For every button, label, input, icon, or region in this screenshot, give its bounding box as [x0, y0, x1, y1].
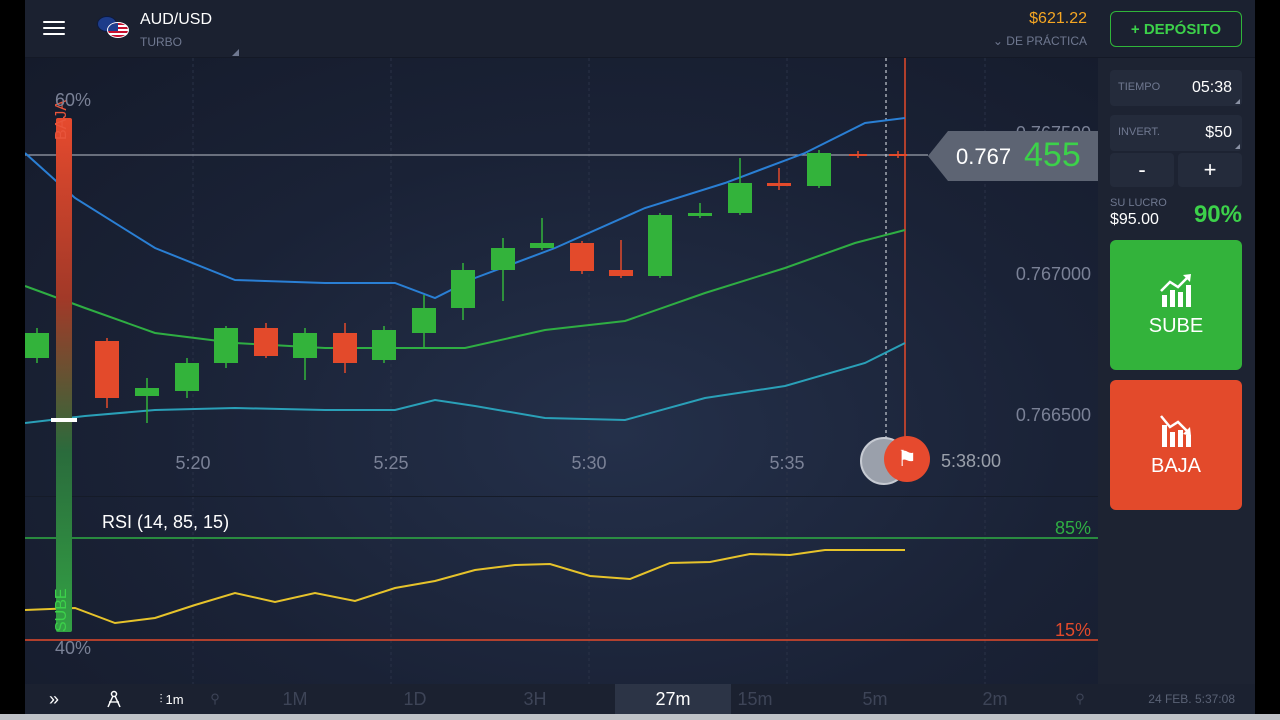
- candle-body: [412, 308, 436, 333]
- rsi-lower-label: 15%: [1055, 620, 1091, 640]
- range-button-3h[interactable]: 3H: [515, 684, 555, 714]
- bottom-toolbar: » ⫶ 1m ⚲ 1M 1D 3H 27m 15m 5m 2m ⚲ 24 FEB. 5:37…: [25, 684, 1255, 714]
- invest-field[interactable]: INVERT. $50: [1110, 115, 1242, 151]
- current-price-tag: 0.767 455: [928, 131, 1098, 181]
- time-axis-label: 5:20: [175, 453, 210, 473]
- bottom-strip: [0, 714, 1280, 720]
- panel-separator: [25, 496, 1098, 497]
- account-balance: $621.22: [1029, 10, 1087, 27]
- asset-corner-icon: [232, 49, 239, 56]
- trend-down-icon: [1160, 414, 1191, 447]
- candle-body: [570, 243, 594, 271]
- invest-field-label: INVERT.: [1118, 126, 1160, 138]
- sentiment-bar: [56, 118, 72, 632]
- price-axis-label: 0.767000: [1016, 264, 1091, 284]
- range-button-15m[interactable]: 15m: [735, 684, 775, 714]
- candle-body: [293, 333, 317, 358]
- time-field-label: TIEMPO: [1118, 81, 1161, 93]
- time-axis-label: 5:30: [571, 453, 606, 473]
- range-button-2m[interactable]: 2m: [975, 684, 1015, 714]
- price-axis-label: 0.766500: [1016, 405, 1091, 425]
- range-button-1d[interactable]: 1D: [395, 684, 435, 714]
- candle-body: [25, 333, 49, 358]
- candle-interval-button[interactable]: ⫶ 1m: [149, 684, 194, 714]
- candle-body: [175, 363, 199, 391]
- candle-body: [135, 388, 159, 396]
- candle-body: [491, 248, 515, 270]
- trading-app: AUD/USD TURBO $621.22 ⌄ DE PRÁCTICA + DE…: [25, 0, 1255, 720]
- candle-body: [451, 270, 475, 308]
- candle-body: [372, 330, 396, 360]
- sell-down-button[interactable]: BAJA: [1110, 380, 1242, 510]
- trend-up-icon: [1160, 273, 1191, 307]
- buy-up-button[interactable]: SUBE: [1110, 240, 1242, 370]
- expand-icon[interactable]: »: [39, 684, 69, 714]
- increase-button[interactable]: +: [1178, 153, 1242, 187]
- trade-panel: TIEMPO 05:38 INVERT. $50 - + SU LUCRO $9…: [1103, 58, 1255, 684]
- candle-body: [530, 243, 554, 248]
- current-price-main: 0.767: [956, 144, 1012, 169]
- sentiment-marker: [51, 418, 77, 422]
- profit-value: $95.00: [1110, 211, 1159, 228]
- corner-icon: [1235, 99, 1240, 104]
- sell-down-label: BAJA: [1150, 454, 1202, 477]
- menu-icon[interactable]: [41, 17, 67, 41]
- profit-label: SU LUCRO: [1110, 197, 1167, 209]
- rsi-upper-label: 85%: [1055, 518, 1091, 538]
- range-button-27m[interactable]: 27m: [615, 684, 731, 714]
- corner-icon: [1235, 144, 1240, 149]
- candle-body: [889, 154, 907, 156]
- deposit-button[interactable]: + DEPÓSITO: [1110, 11, 1242, 47]
- rsi-line: [25, 549, 905, 625]
- candle-body: [849, 154, 867, 156]
- lower-band-line: [25, 342, 906, 424]
- time-axis-label: 5:35: [769, 453, 804, 473]
- candle-body: [95, 341, 119, 398]
- candle-body: [333, 333, 357, 363]
- asset-selector[interactable]: AUD/USD TURBO: [93, 0, 239, 58]
- buy-up-label: SUBE: [1148, 314, 1204, 337]
- current-price-highlight: 455: [1024, 136, 1081, 174]
- top-bar: AUD/USD TURBO $621.22 ⌄ DE PRÁCTICA + DE…: [25, 0, 1255, 58]
- aud-usd-flag-icon: [97, 16, 129, 38]
- range-button-1m[interactable]: 1M: [275, 684, 315, 714]
- sentiment-bottom-pct: 40%: [55, 638, 92, 658]
- candle-body: [728, 183, 752, 213]
- server-datetime: 24 FEB. 5:37:08: [1148, 692, 1235, 706]
- candle-body: [214, 328, 238, 363]
- decrease-button[interactable]: -: [1110, 153, 1174, 187]
- profit-percent: 90%: [1193, 201, 1242, 228]
- invest-field-value: $50: [1205, 124, 1232, 141]
- candle-body: [807, 153, 831, 186]
- asset-type: TURBO: [140, 35, 182, 49]
- account-mode-dropdown[interactable]: ⌄ DE PRÁCTICA: [993, 34, 1087, 48]
- zoom-in-icon[interactable]: ⚲: [1070, 684, 1090, 714]
- range-button-5m[interactable]: 5m: [855, 684, 895, 714]
- candlestick-icon: ⫶: [159, 691, 163, 706]
- finish-flag-icon[interactable]: ⚑: [884, 436, 930, 482]
- asset-name: AUD/USD: [140, 11, 213, 28]
- time-field[interactable]: TIEMPO 05:38: [1110, 70, 1242, 106]
- zoom-out-icon[interactable]: ⚲: [205, 684, 225, 714]
- candle-body: [688, 213, 712, 216]
- candle-interval-value: 1m: [165, 691, 184, 707]
- sentiment-sube-label: SUBE: [53, 588, 70, 632]
- rsi-indicator-label[interactable]: RSI (14, 85, 15): [102, 512, 229, 533]
- time-axis-label: 5:25: [373, 453, 408, 473]
- candle-body: [767, 183, 791, 186]
- candle-body: [609, 270, 633, 276]
- candle-body: [648, 215, 672, 276]
- candle-body: [254, 328, 278, 356]
- sentiment-top-pct: 60%: [55, 90, 92, 110]
- compass-icon[interactable]: [99, 684, 129, 714]
- time-field-value: 05:38: [1191, 79, 1232, 96]
- expiry-time: 5:38:00: [941, 451, 1002, 471]
